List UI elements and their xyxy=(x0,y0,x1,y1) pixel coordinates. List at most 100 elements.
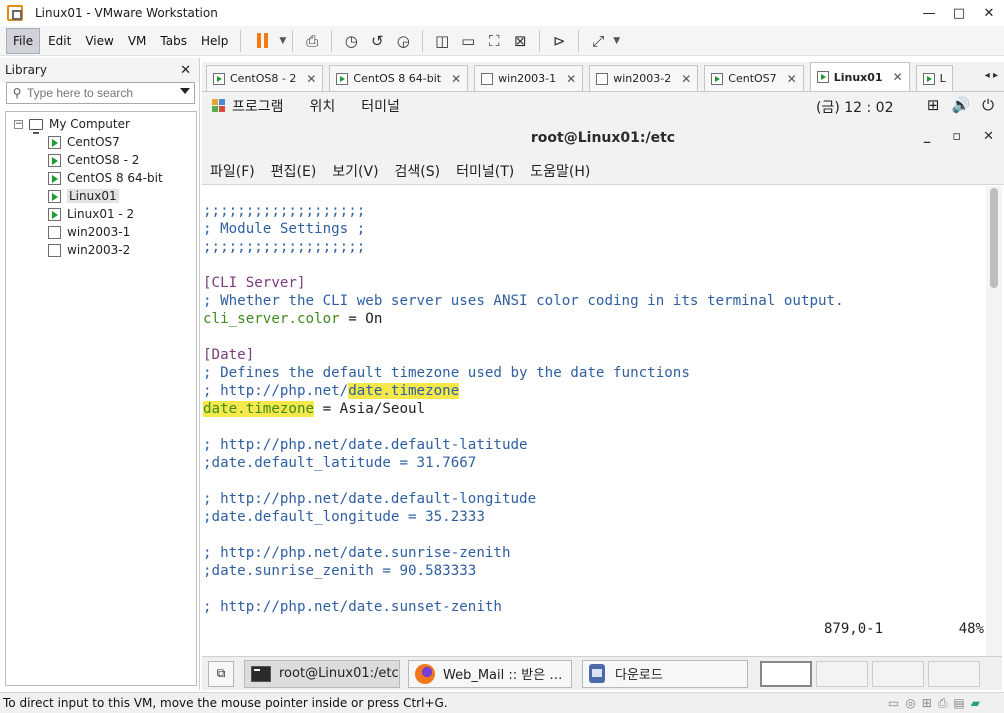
tab-close-icon[interactable]: ✕ xyxy=(451,72,461,86)
editor-line: ;date.default_longitude = 35.2333 xyxy=(203,509,485,525)
library-search[interactable]: ⚲ xyxy=(6,82,195,104)
guest-clock[interactable]: (금) 12 : 02 xyxy=(816,97,894,117)
library-close-icon[interactable]: ✕ xyxy=(180,63,191,78)
terminal-menu-edit[interactable]: 편집(E) xyxy=(271,161,317,181)
guest-menu-terminal[interactable]: 터미널 xyxy=(361,96,400,116)
guest-menu-places[interactable]: 위치 xyxy=(310,96,336,116)
workspace-3[interactable] xyxy=(872,660,924,687)
workspace-1[interactable] xyxy=(760,660,812,687)
tab-centos8-2[interactable]: CentOS8 - 2 ✕ xyxy=(206,65,324,91)
network-adapter-icon[interactable]: ⊞ xyxy=(922,696,932,711)
vm-running-icon xyxy=(336,72,349,85)
send-ctrl-alt-del-icon[interactable]: ⎙ xyxy=(299,28,325,54)
file-percent: 48% xyxy=(958,621,984,637)
minimize-button[interactable]: — xyxy=(914,0,944,26)
power-icon[interactable]: ⏻ xyxy=(982,96,994,114)
terminal-menu-search[interactable]: 검색(S) xyxy=(395,161,441,181)
terminal-maximize-button[interactable]: ▫ xyxy=(952,129,961,144)
snapshot-icon[interactable]: ◷ xyxy=(338,28,364,54)
show-library-icon[interactable]: ◫ xyxy=(429,28,455,54)
window-title: Linux01 - VMware Workstation xyxy=(35,6,218,20)
printer-icon[interactable]: ⎙ xyxy=(938,696,948,711)
tab-label: win2003-2 xyxy=(613,72,672,85)
tab-linux01-2[interactable]: L xyxy=(915,65,953,91)
console-view-icon[interactable]: ⊳ xyxy=(546,28,572,54)
tab-close-icon[interactable]: ✕ xyxy=(787,72,797,86)
chevron-down-icon[interactable] xyxy=(180,88,190,94)
terminal-close-button[interactable]: ✕ xyxy=(983,129,994,144)
terminal-window-controls: _ ▫ ✕ xyxy=(924,129,994,144)
terminal-menu-terminal[interactable]: 터미널(T) xyxy=(456,161,514,181)
comment-text: ; http://php.net/ xyxy=(203,383,349,399)
editor-line: [CLI Server] xyxy=(203,275,306,291)
editor-line: cli_server.color = On xyxy=(202,310,986,328)
message-log-icon[interactable]: ▰ xyxy=(971,696,980,711)
tab-centos8-64bit[interactable]: CentOS 8 64-bit ✕ xyxy=(329,65,469,91)
taskbar-terminal[interactable]: root@Linux01:/etc xyxy=(244,659,400,688)
editor-line: [Date] xyxy=(203,347,255,363)
menu-help[interactable]: Help xyxy=(195,28,234,54)
tab-win2003-1[interactable]: win2003-1 ✕ xyxy=(474,65,584,91)
menu-tabs[interactable]: Tabs xyxy=(154,28,193,54)
stretch-guest-icon[interactable]: ⤢ xyxy=(585,28,611,54)
chevron-down-icon[interactable]: ▼ xyxy=(613,36,620,46)
tree-item-centos8-64bit[interactable]: CentOS 8 64-bit xyxy=(6,169,196,187)
terminal-menu-help[interactable]: 도움말(H) xyxy=(530,161,590,181)
editor-line-blank xyxy=(202,328,986,346)
menu-file[interactable]: File xyxy=(6,27,41,54)
library-header: Library ✕ xyxy=(0,58,199,82)
workspace-2[interactable] xyxy=(816,660,868,687)
suspend-button[interactable] xyxy=(247,28,277,54)
menu-view[interactable]: View xyxy=(79,28,119,54)
terminal-menu-file[interactable]: 파일(F) xyxy=(210,161,255,181)
tree-item-centos8-2[interactable]: CentOS8 - 2 xyxy=(6,151,196,169)
tab-centos7[interactable]: CentOS7 ✕ xyxy=(704,65,804,91)
tab-linux01[interactable]: Linux01 ✕ xyxy=(809,62,910,91)
tab-close-icon[interactable]: ✕ xyxy=(306,72,316,86)
tree-item-linux01[interactable]: Linux01 xyxy=(6,187,196,205)
thumbnail-bar-icon[interactable]: ▭ xyxy=(455,28,481,54)
menu-edit[interactable]: Edit xyxy=(42,28,77,54)
taskbar-files[interactable]: 다운로드 xyxy=(582,659,748,688)
tree-root-my-computer[interactable]: − My Computer xyxy=(6,115,196,134)
tab-close-icon[interactable]: ✕ xyxy=(893,70,903,84)
tree-item-centos7[interactable]: CentOS7 xyxy=(6,133,196,151)
tree-item-label: win2003-2 xyxy=(67,243,131,257)
editor-line: ; http://php.net/date.sunrise-zenith xyxy=(203,545,511,561)
tree-item-linux01-2[interactable]: Linux01 - 2 xyxy=(6,205,196,223)
tree-item-win2003-1[interactable]: win2003-1 xyxy=(6,223,196,241)
volume-icon[interactable]: 🔊 xyxy=(951,96,970,114)
terminal-scrollbar[interactable] xyxy=(986,186,1002,656)
unity-icon[interactable]: ⊠ xyxy=(507,28,533,54)
taskbar-browser[interactable]: Web_Mail :: 받은 … xyxy=(408,659,572,688)
revert-snapshot-icon[interactable]: ↺ xyxy=(364,28,390,54)
terminal-menu-view[interactable]: 보기(V) xyxy=(332,161,378,181)
sound-card-icon[interactable]: ▤ xyxy=(953,696,964,711)
tab-win2003-2[interactable]: win2003-2 ✕ xyxy=(589,65,699,91)
cd-rom-icon[interactable]: ◎ xyxy=(905,696,915,711)
maximize-button[interactable]: □ xyxy=(944,0,974,26)
search-highlight: date.timezone xyxy=(348,383,460,399)
chevron-down-icon[interactable]: ▼ xyxy=(279,36,286,46)
editor-line: ;;;;;;;;;;;;;;;;;;; xyxy=(203,203,366,219)
tab-close-icon[interactable]: ✕ xyxy=(566,72,576,86)
tab-close-icon[interactable]: ✕ xyxy=(681,72,691,86)
tab-label: Linux01 xyxy=(833,70,883,84)
guest-menu-programs[interactable]: 프로그램 xyxy=(232,96,284,116)
library-search-input[interactable] xyxy=(27,86,167,100)
close-button[interactable]: ✕ xyxy=(974,0,1004,26)
snapshot-manager-icon[interactable]: ◶ xyxy=(390,28,416,54)
terminal-minimize-button[interactable]: _ xyxy=(924,129,931,144)
menu-vm[interactable]: VM xyxy=(122,28,153,54)
config-value: On xyxy=(365,311,383,327)
show-desktop-icon[interactable]: ⧉ xyxy=(208,660,234,687)
network-icon[interactable]: ⊞ xyxy=(927,96,940,114)
workspace-4[interactable] xyxy=(928,660,980,687)
hard-disk-icon[interactable]: ▭ xyxy=(888,696,899,711)
full-screen-icon[interactable]: ⛶ xyxy=(481,28,507,54)
tree-item-win2003-2[interactable]: win2003-2 xyxy=(6,241,196,259)
tab-scroll-arrows-icon[interactable]: ◂ ▸ xyxy=(985,70,998,81)
terminal-content[interactable]: ;;;;;;;;;;;;;;;;;;; ; Module Settings ; … xyxy=(202,186,986,656)
scrollbar-thumb[interactable] xyxy=(990,188,998,288)
collapse-icon[interactable]: − xyxy=(14,119,23,129)
